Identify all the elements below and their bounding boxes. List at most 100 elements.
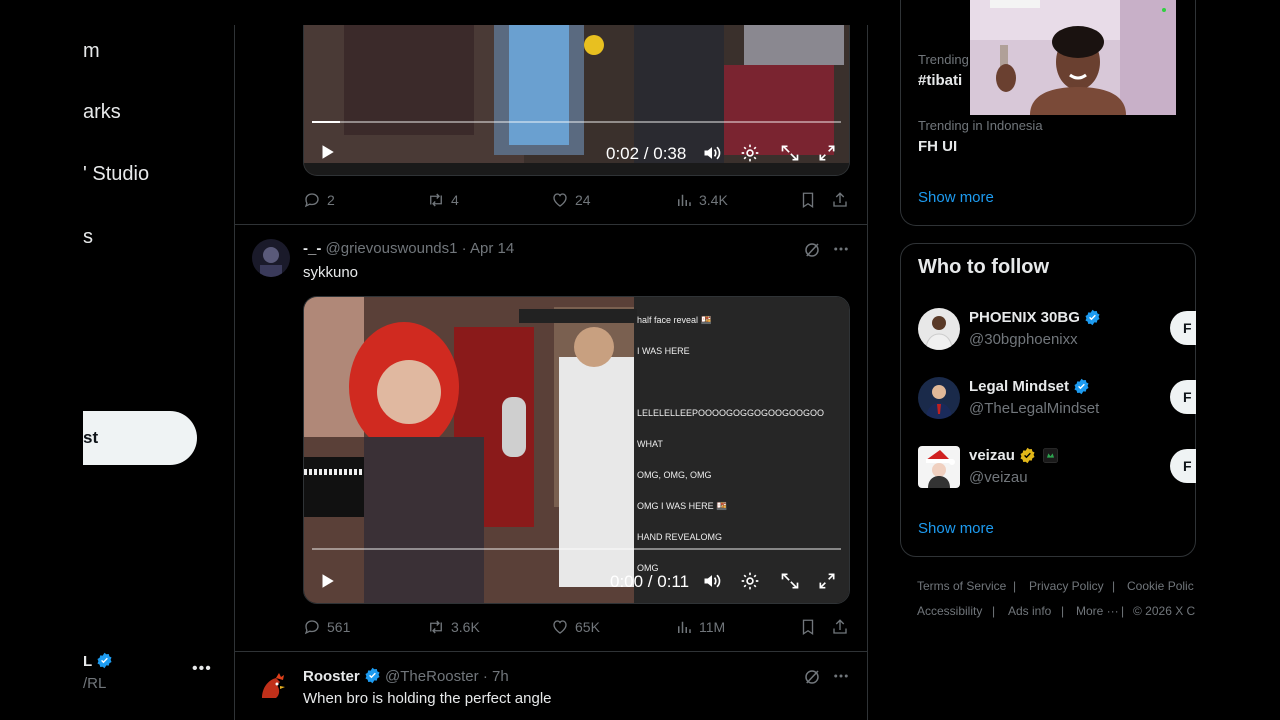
share-button[interactable] [831,618,849,636]
settings-gear-icon[interactable] [740,571,760,596]
avatar[interactable] [252,668,290,706]
picture-in-picture-icon[interactable] [780,143,800,168]
bookmark-icon [802,619,814,636]
verified-badge-icon [97,652,112,669]
views-chart-icon [678,194,691,206]
footer-separator: | [1013,579,1017,593]
chat-message: OMG I WAS HERE 🍱 [637,501,728,511]
heart-icon [553,193,567,207]
nav-item-label: s [83,226,93,248]
video-timestamp: 0:00 / 0:11 [610,572,690,591]
suggested-user-handle: @TheLegalMindset [969,400,1100,417]
tweet-date[interactable]: 7h [492,668,509,685]
play-icon[interactable] [318,143,336,166]
chat-message: I WAS HERE [637,346,690,356]
reply-count: 561 [327,619,351,635]
trend-item[interactable]: FH UI [918,138,957,155]
nav-item-premium[interactable]: m [83,40,233,63]
grok-icon[interactable] [803,241,821,263]
tweet-divider [234,651,868,652]
reply-button[interactable]: 561 [303,618,350,636]
footer-privacy-link[interactable]: Privacy Policy [1029,579,1104,593]
suggested-user-handle: @30bgphoenixx [969,331,1078,348]
footer-ads-link[interactable]: Ads info [1008,604,1051,618]
tweet-header: Rooster @TheRooster · 7h [303,667,509,685]
post-button[interactable]: st [83,411,197,465]
footer-terms-link[interactable]: Terms of Service [917,579,1006,593]
fullscreen-icon[interactable] [817,571,837,596]
post-button-label: st [83,428,99,447]
views-chart-icon [678,621,691,633]
more-options-icon[interactable] [832,667,850,689]
share-icon [833,619,847,634]
tweet-video[interactable]: half face reveal 🍱 I WAS HERE LELELELLEE… [303,296,850,604]
tweet-date[interactable]: Apr 14 [470,240,514,257]
trend-context: Trending in Indonesia [918,118,1043,133]
tweet-author-handle[interactable]: @grievouswounds1 [326,240,458,257]
account-display-name: L [83,653,92,670]
footer-cookie-link[interactable]: Cookie Polic [1127,579,1194,593]
tweet-divider [234,224,868,225]
footer-more-link[interactable]: More ··· [1076,604,1119,618]
repost-button[interactable]: 4 [427,191,459,209]
who-to-follow-show-more-link[interactable]: Show more [918,520,994,537]
tweet-text: sykkuno [303,264,359,281]
avatar[interactable] [918,377,960,419]
like-button[interactable]: 65K [551,618,600,636]
tweet-author-name[interactable]: Rooster [303,668,360,685]
nav-item-bookmarks[interactable]: arks [83,101,233,124]
tweet-author-name[interactable]: -_- [303,240,321,257]
verified-badge-icon [365,667,380,684]
video-progress-bar[interactable] [312,548,841,550]
more-options-icon[interactable] [832,240,850,262]
nav-item-more[interactable]: s [83,226,93,249]
avatar[interactable] [252,239,290,277]
repost-icon [430,193,442,207]
volume-icon[interactable] [702,143,722,168]
trends-show-more-link[interactable]: Show more [918,189,994,206]
stream-chat: half face reveal 🍱 I WAS HERE LELELELLEE… [637,305,824,584]
nav-item-creator-studio[interactable]: ' Studio [83,163,233,186]
verified-badge-icon [1085,309,1100,326]
tweet-actions: 2 4 24 3.4K [303,191,850,213]
views-button[interactable]: 11M [675,618,725,636]
picture-in-picture-icon[interactable] [780,571,800,596]
repost-button[interactable]: 3.6K [427,618,480,636]
views-count: 11M [699,619,726,635]
verified-gold-badge-icon [1020,447,1035,464]
bookmark-button[interactable] [799,191,817,209]
views-button[interactable]: 3.4K [675,191,728,209]
play-icon[interactable] [318,572,336,595]
footer-separator: | [1061,604,1065,618]
suggested-user-handle: @veizau [969,469,1028,486]
like-count: 24 [575,192,591,208]
follow-suggestion-name[interactable]: PHOENIX 30BG [969,309,1101,326]
nav-item-label: m [83,40,100,62]
tweet-header: -_- @grievouswounds1 · Apr 14 [303,240,514,257]
tweet-video[interactable]: 0:02 / 0:38 [303,25,850,176]
tweet-actions: 561 3.6K 65K 11M [303,618,850,640]
video-progress-bar[interactable] [312,121,841,123]
avatar[interactable] [918,446,960,488]
tweet-author-handle[interactable]: @TheRooster [385,668,479,685]
follow-suggestion-name[interactable]: veizau [969,447,1059,464]
reply-icon [304,193,319,208]
fullscreen-icon[interactable] [817,143,837,168]
bookmark-button[interactable] [799,618,817,636]
trend-item[interactable]: #tibati [918,72,962,89]
like-button[interactable]: 24 [551,191,591,209]
account-more-icon[interactable]: ••• [192,660,212,678]
nav-item-label: arks [83,101,121,123]
chat-message: OMG, OMG, OMG [637,470,712,480]
reply-button[interactable]: 2 [303,191,335,209]
account-name[interactable]: L [83,652,113,670]
share-button[interactable] [831,191,849,209]
follow-suggestion-name[interactable]: Legal Mindset [969,378,1090,395]
avatar[interactable] [918,308,960,350]
volume-icon[interactable] [702,571,722,596]
settings-gear-icon[interactable] [740,143,760,168]
grok-icon[interactable] [803,668,821,690]
suggested-user-name: veizau [969,447,1015,464]
footer-separator: | [992,604,996,618]
footer-accessibility-link[interactable]: Accessibility [917,604,982,618]
